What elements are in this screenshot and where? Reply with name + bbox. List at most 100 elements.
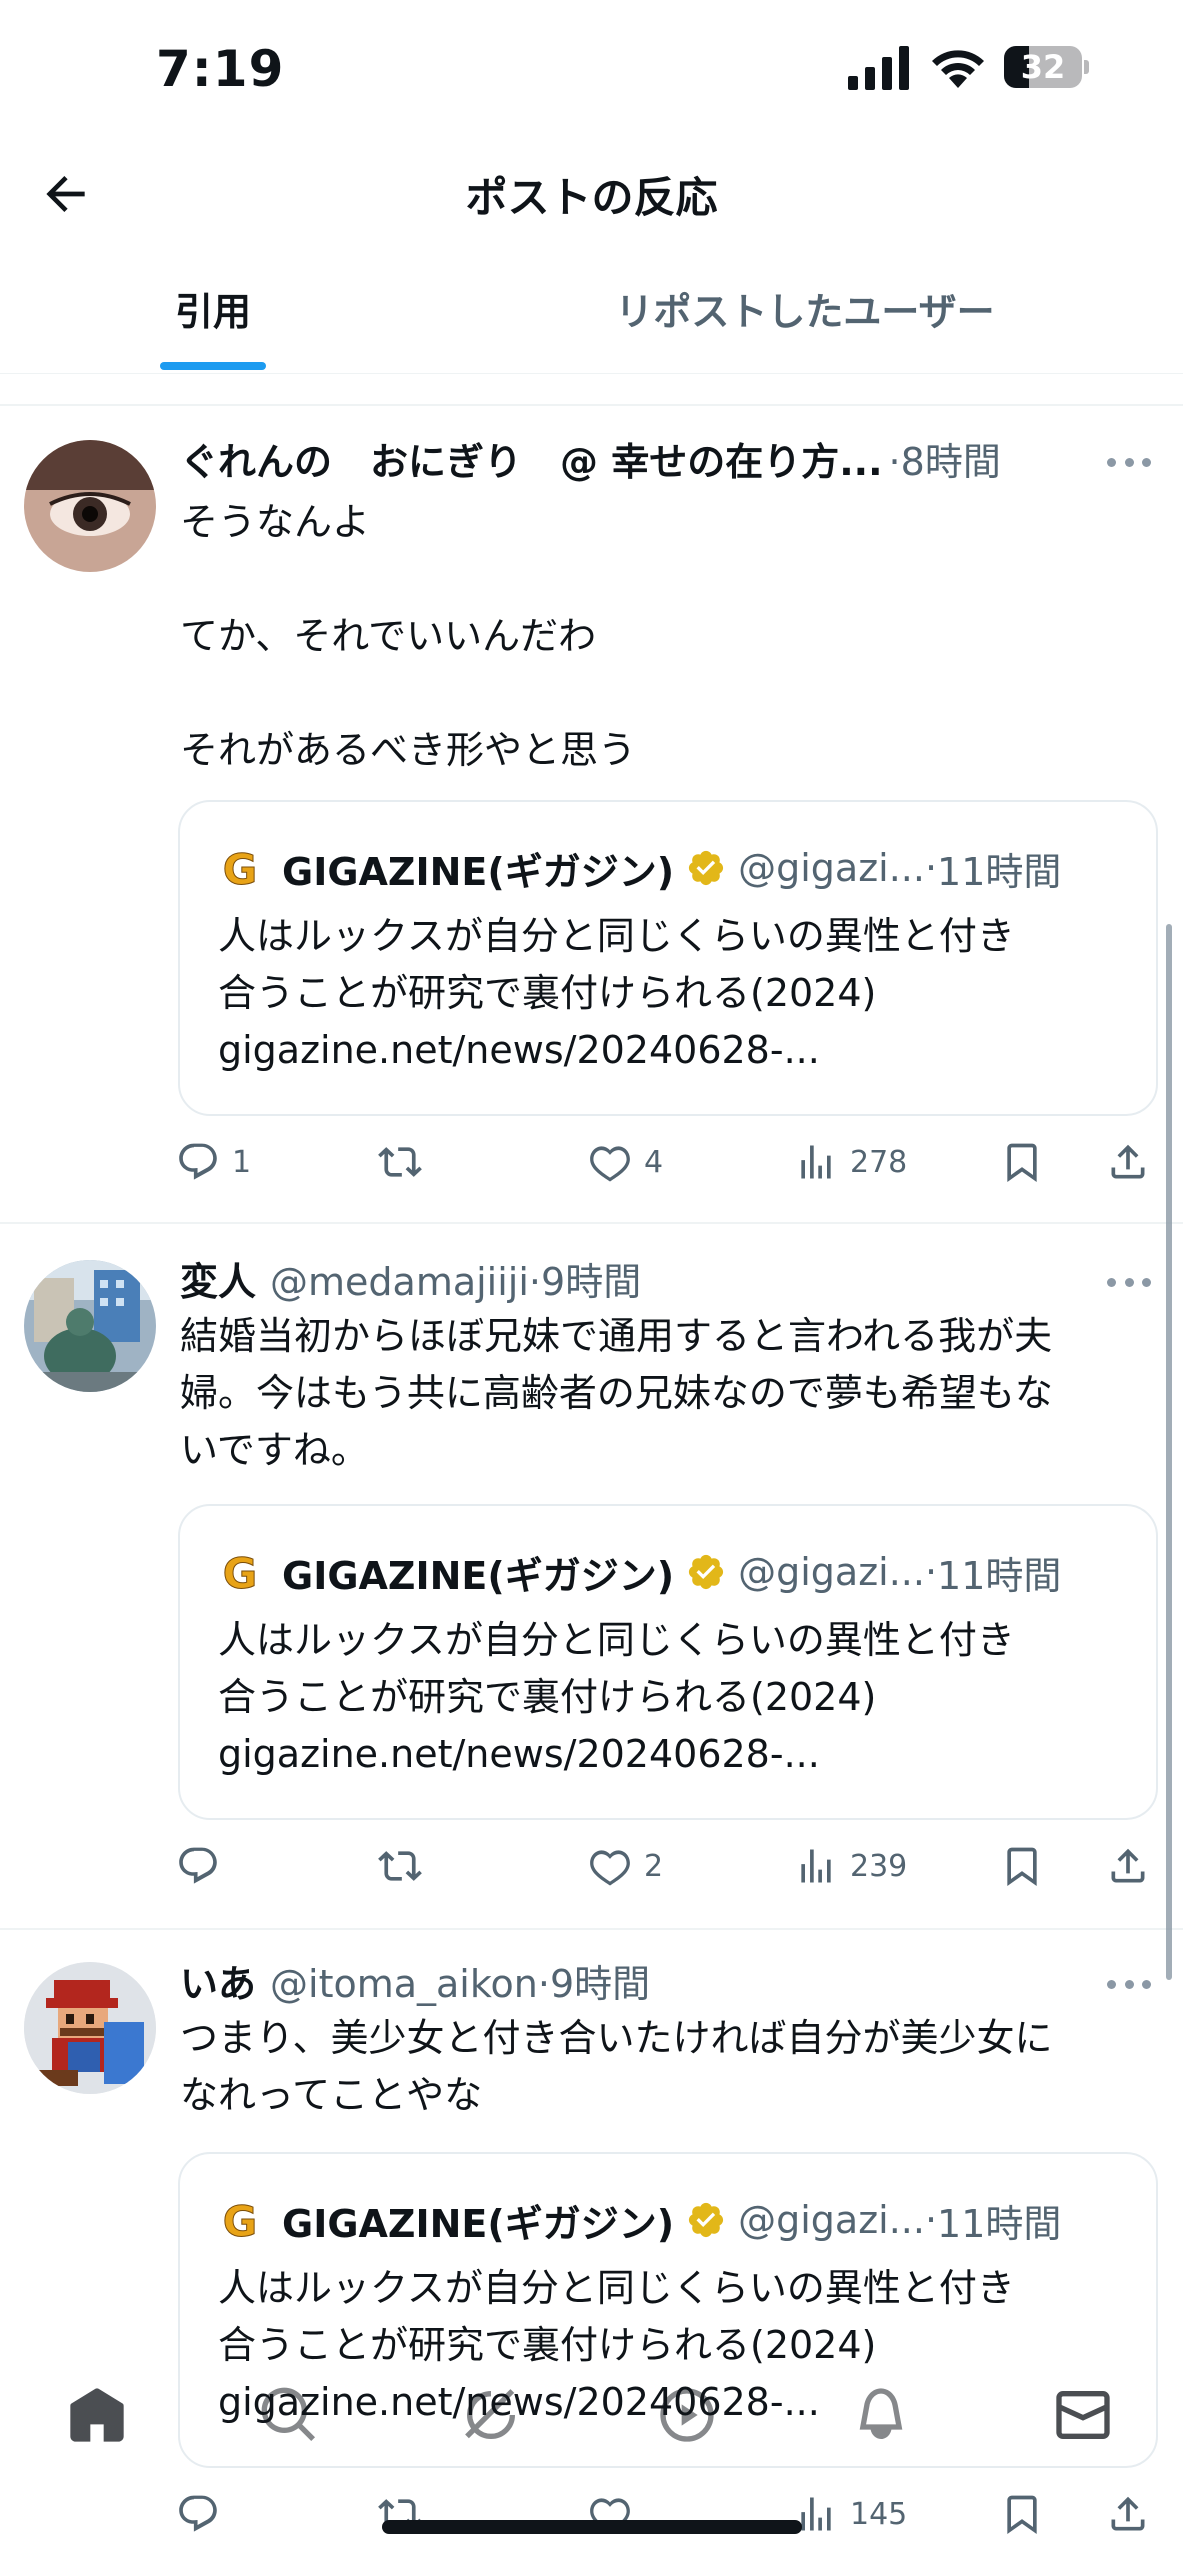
svg-text:G: G <box>223 1550 257 1594</box>
like-button[interactable] <box>588 2484 644 2544</box>
more-options-icon[interactable] <box>1107 1976 1151 1992</box>
nav-search[interactable] <box>254 2380 324 2450</box>
views-button[interactable]: 145 <box>794 2484 907 2544</box>
gigazine-g-logo: G <box>222 846 257 890</box>
post-text: そうなんよ てか、それでいいんだわ それがあるべき形やと思う <box>180 500 637 772</box>
quoted-post-time: 11時間 <box>937 849 1062 894</box>
post-text: 結婚当初からほぼ兄妹で通用すると言われる我が夫 婦。今はもう共に高齢者の兄妹なの… <box>180 1314 1053 1472</box>
share-icon <box>1111 1144 1145 1179</box>
tab-bar: 引用 リポストしたユーザー <box>0 262 1183 374</box>
views-button[interactable]: 239 <box>794 1836 907 1896</box>
heart-icon <box>590 1146 630 1182</box>
status-bar: 7:19 32 <box>0 0 1183 140</box>
quoted-post-time: 11時間 <box>937 1553 1062 1598</box>
bookmark-button[interactable] <box>1000 2484 1044 2544</box>
nav-notifications[interactable] <box>846 2380 916 2450</box>
post[interactable]: ぐれんの おにぎり @ 幸せの在り方... · 8時間 そうなんよ てか、それで… <box>0 406 1183 1224</box>
quoted-post-text: 人はルックスが自分と同じくらいの異性と付き 合うことが研究で裏付けられる(202… <box>218 1618 1015 1776</box>
repost-button[interactable] <box>378 1132 434 1192</box>
post[interactable]: 変人 @medamajiiji · 9時間 結婚当初からほぼ兄妹で通用すると言わ… <box>0 1226 1183 1930</box>
nav-grok[interactable] <box>456 2380 526 2450</box>
reply-button[interactable] <box>176 2484 232 2544</box>
quoted-author-handle: @gigazi... <box>738 1550 925 1594</box>
gigazine-g-logo: G <box>222 1550 257 1594</box>
bookmark-button[interactable] <box>1000 1132 1044 1192</box>
nav-messages[interactable] <box>1048 2380 1118 2450</box>
author-name[interactable]: いあ <box>180 1956 256 2012</box>
like-button[interactable]: 2 <box>588 1836 663 1896</box>
share-button[interactable] <box>1106 1836 1150 1896</box>
post-header: いあ @itoma_aikon · 9時間 <box>180 1956 1153 2012</box>
share-icon <box>1111 1848 1145 1883</box>
quoted-author-handle: @gigazi... <box>738 846 925 890</box>
reply-button[interactable] <box>176 1836 232 1896</box>
quoted-post[interactable]: G GIGAZINE(ギガジン) @gigazi... · 11時間 人はルック… <box>178 800 1158 1116</box>
quoted-author-name: GIGAZINE(ギガジン) <box>282 2201 675 2246</box>
analytics-icon <box>801 1849 831 1883</box>
page-title: ポストの反応 <box>465 173 718 222</box>
repost-button[interactable] <box>378 2484 434 2544</box>
post-time[interactable]: 8時間 <box>901 434 1001 490</box>
post-time[interactable]: 9時間 <box>550 1956 650 2012</box>
nav-spaces[interactable] <box>652 2380 722 2450</box>
share-icon <box>1111 2496 1145 2531</box>
reply-icon <box>179 1847 217 1884</box>
bookmark-icon <box>1007 1143 1037 1183</box>
post-actions: 2 239 <box>176 1836 1166 1896</box>
separator-dot: · <box>528 1260 542 1304</box>
quoted-post-time: 11時間 <box>937 2201 1062 2246</box>
repost-icon <box>378 1147 422 1177</box>
quoted-post-header: G GIGAZINE(ギガジン) @gigazi... · 11時間 <box>218 1544 1061 1600</box>
reply-icon <box>179 1143 217 1180</box>
repost-icon <box>378 1851 422 1881</box>
separator-dot: · <box>537 1962 550 2006</box>
nav-home[interactable] <box>62 2380 132 2450</box>
more-options-icon[interactable] <box>1107 454 1151 470</box>
author-handle[interactable]: @medamajiiji <box>270 1254 529 1310</box>
reply-icon <box>179 2495 217 2532</box>
post-time[interactable]: 9時間 <box>541 1254 641 1310</box>
post-text: つまり、美少女と付き合いたければ自分が美少女に なれってことやな <box>180 2016 1053 2117</box>
quoted-author-handle: @gigazi... <box>738 2198 925 2242</box>
bookmark-button[interactable] <box>1000 1836 1044 1896</box>
notifications-icon <box>859 2388 903 2439</box>
reply-button[interactable]: 1 <box>176 1132 251 1192</box>
quoted-post-header: G GIGAZINE(ギガジン) @gigazi... · 11時間 <box>218 840 1061 896</box>
analytics-icon <box>801 1145 831 1179</box>
scrollbar[interactable] <box>1166 924 1172 1980</box>
post-header: 変人 @medamajiiji · 9時間 <box>180 1254 1153 1310</box>
svg-text:G: G <box>223 846 257 890</box>
tab-quotes[interactable]: 引用 <box>110 262 316 374</box>
share-button[interactable] <box>1106 2484 1150 2544</box>
repost-button[interactable] <box>378 1836 434 1896</box>
author-name[interactable]: ぐれんの おにぎり @ 幸せの在り方... <box>180 434 883 490</box>
more-options-icon[interactable] <box>1107 1274 1151 1290</box>
battery-indicator: 32 <box>1004 46 1089 88</box>
verified-badge-icon <box>689 1554 724 1590</box>
bookmark-icon <box>1007 2495 1037 2535</box>
like-count: 4 <box>644 1144 664 1180</box>
heart-icon <box>590 1850 630 1886</box>
quoted-post[interactable]: G GIGAZINE(ギガジン) @gigazi... · 11時間 人はルック… <box>178 1504 1158 1820</box>
gigazine-g-logo: G <box>222 2198 257 2242</box>
views-button[interactable]: 278 <box>794 1132 907 1192</box>
avatar[interactable] <box>24 1962 156 2094</box>
quoted-post-header: G GIGAZINE(ギガジン) @gigazi... · 11時間 <box>218 2192 1061 2248</box>
quoted-author-name: GIGAZINE(ギガジン) <box>282 849 675 894</box>
like-button[interactable]: 4 <box>588 1132 663 1192</box>
avatar[interactable] <box>24 440 156 572</box>
home-icon <box>70 2388 124 2442</box>
view-count: 145 <box>850 2496 908 2532</box>
avatar[interactable] <box>24 1260 156 1392</box>
verified-badge-icon <box>689 850 724 886</box>
tab-reposts[interactable]: リポストしたユーザー <box>560 262 1050 374</box>
tab-selected-indicator <box>160 362 266 370</box>
status-time: 7:19 <box>156 40 285 98</box>
author-handle[interactable]: @itoma_aikon <box>270 1956 538 2012</box>
share-button[interactable] <box>1106 1132 1150 1192</box>
quoted-post-text: 人はルックスが自分と同じくらいの異性と付き 合うことが研究で裏付けられる(202… <box>218 914 1015 1072</box>
author-name[interactable]: 変人 <box>180 1254 256 1310</box>
post-actions: 145 <box>176 2484 1166 2544</box>
separator-dot: · <box>924 1550 938 1594</box>
header: ポストの反応 <box>0 140 1183 250</box>
